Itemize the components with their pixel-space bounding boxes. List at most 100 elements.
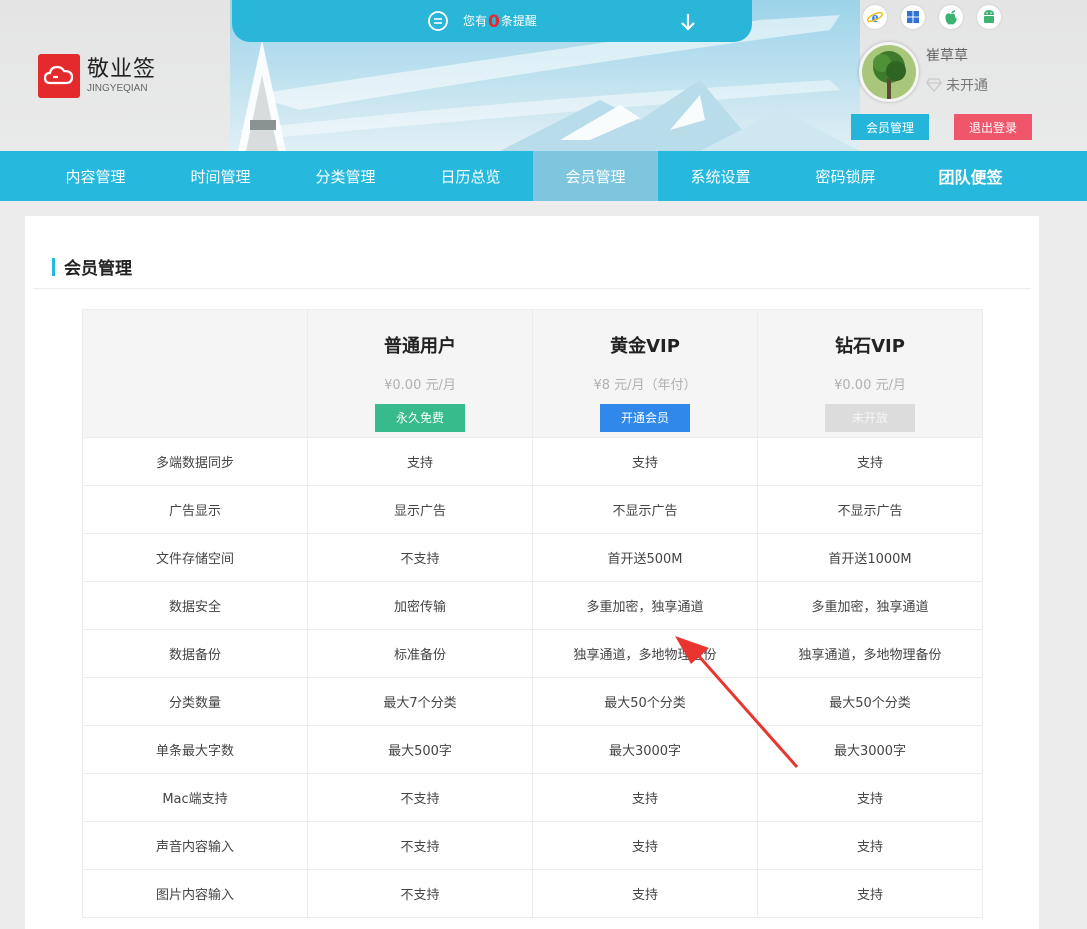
nav-item-membership[interactable]: 会员管理 bbox=[533, 151, 658, 201]
tier-price: ¥8 元/月（年付） bbox=[593, 378, 697, 393]
feature-name-cell: 数据安全 bbox=[82, 581, 308, 630]
feature-value-cell: 多重加密，独享通道 bbox=[757, 581, 983, 630]
logo-name-cn: 敬业签 bbox=[87, 57, 157, 82]
reminder-count: 0 bbox=[488, 12, 500, 32]
nav-item-category[interactable]: 分类管理 bbox=[283, 151, 408, 201]
tier-free: 普通用户 ¥0.00 元/月 永久免费 bbox=[307, 309, 533, 438]
tier-price: ¥0.00 元/月 bbox=[834, 378, 906, 393]
feature-value-cell: 支持 bbox=[757, 773, 983, 822]
table-row: 图片内容输入 不支持 支持 支持 bbox=[82, 869, 983, 918]
member-management-button[interactable]: 会员管理 bbox=[851, 114, 929, 140]
logo-text: 敬业签 JINGYEQIAN bbox=[87, 57, 156, 95]
title-accent-bar bbox=[52, 257, 55, 276]
membership-status-text: 未开通 bbox=[946, 78, 988, 94]
header-banner: 敬业签 JINGYEQIAN 您有0条提醒 e 崔草草 未开通 会员管理 退出登… bbox=[0, 0, 1087, 151]
nav-item-settings[interactable]: 系统设置 bbox=[658, 151, 783, 201]
feature-value-cell: 不支持 bbox=[307, 869, 533, 918]
membership-panel: 会员管理 普通用户 ¥0.00 元/月 永久免费 黄金VIP ¥8 元/月（年付… bbox=[25, 216, 1039, 929]
tier-name: 普通用户 bbox=[384, 336, 456, 357]
table-row: 多端数据同步 支持 支持 支持 bbox=[82, 437, 983, 486]
feature-name-cell: 单条最大字数 bbox=[82, 725, 308, 774]
feature-value-cell: 支持 bbox=[532, 821, 758, 870]
table-row: 声音内容输入 不支持 支持 支持 bbox=[82, 821, 983, 870]
reminder-text: 您有0条提醒 bbox=[463, 12, 537, 32]
platform-icons: e bbox=[863, 5, 1001, 29]
feature-value-cell: 支持 bbox=[757, 869, 983, 918]
windows-icon[interactable] bbox=[901, 5, 925, 29]
table-row: 单条最大字数 最大500字 最大3000字 最大3000字 bbox=[82, 725, 983, 774]
table-row: 分类数量 最大7个分类 最大50个分类 最大50个分类 bbox=[82, 677, 983, 726]
feature-name-cell: 多端数据同步 bbox=[82, 437, 308, 486]
not-available-button: 未开放 bbox=[825, 404, 915, 432]
reminder-prefix: 您有 bbox=[463, 14, 488, 28]
diamond-icon bbox=[926, 78, 942, 92]
reminder-bar[interactable]: 您有0条提醒 bbox=[232, 0, 752, 42]
reminder-suffix: 条提醒 bbox=[500, 14, 537, 28]
table-row: Mac端支持 不支持 支持 支持 bbox=[82, 773, 983, 822]
table-row: 广告显示 显示广告 不显示广告 不显示广告 bbox=[82, 485, 983, 534]
feature-name-cell: Mac端支持 bbox=[82, 773, 308, 822]
feature-value-cell: 最大50个分类 bbox=[757, 677, 983, 726]
free-forever-button[interactable]: 永久免费 bbox=[375, 404, 465, 432]
tier-name: 黄金VIP bbox=[610, 336, 680, 357]
user-name: 崔草草 bbox=[926, 48, 968, 64]
nav-item-team-notes[interactable]: 团队便签 bbox=[908, 151, 1033, 201]
feature-value-cell: 支持 bbox=[307, 437, 533, 486]
feature-value-cell: 首开送1000M bbox=[757, 533, 983, 582]
feature-value-cell: 最大50个分类 bbox=[532, 677, 758, 726]
feature-value-cell: 不显示广告 bbox=[532, 485, 758, 534]
main-nav: 内容管理 时间管理 分类管理 日历总览 会员管理 系统设置 密码锁屏 团队便签 bbox=[0, 151, 1087, 201]
feature-value-cell: 最大3000字 bbox=[757, 725, 983, 774]
feature-name-cell: 文件存储空间 bbox=[82, 533, 308, 582]
feature-value-cell: 独享通道，多地物理备份 bbox=[757, 629, 983, 678]
feature-value-cell: 支持 bbox=[757, 437, 983, 486]
feature-value-cell: 不支持 bbox=[307, 533, 533, 582]
feature-name-cell: 声音内容输入 bbox=[82, 821, 308, 870]
feature-value-cell: 独享通道，多地物理备份 bbox=[532, 629, 758, 678]
feature-value-cell: 不支持 bbox=[307, 821, 533, 870]
logo-name-en: JINGYEQIAN bbox=[87, 83, 148, 94]
feature-name-cell: 图片内容输入 bbox=[82, 869, 308, 918]
feature-value-cell: 显示广告 bbox=[307, 485, 533, 534]
feature-value-cell: 支持 bbox=[532, 773, 758, 822]
page-title-text: 会员管理 bbox=[64, 259, 132, 279]
feature-value-cell: 标准备份 bbox=[307, 629, 533, 678]
logo-cloud-icon bbox=[38, 54, 80, 98]
feature-name-cell: 分类数量 bbox=[82, 677, 308, 726]
feature-value-cell: 最大7个分类 bbox=[307, 677, 533, 726]
feature-value-cell: 加密传输 bbox=[307, 581, 533, 630]
arrow-down-icon[interactable] bbox=[680, 12, 696, 32]
table-row: 文件存储空间 不支持 首开送500M 首开送1000M bbox=[82, 533, 983, 582]
nav-item-content[interactable]: 内容管理 bbox=[33, 151, 158, 201]
tier-name: 钻石VIP bbox=[835, 336, 905, 357]
apple-icon[interactable] bbox=[939, 5, 963, 29]
empty-header-cell bbox=[82, 309, 308, 438]
title-divider bbox=[33, 288, 1031, 289]
logout-button[interactable]: 退出登录 bbox=[954, 114, 1032, 140]
feature-value-cell: 支持 bbox=[532, 437, 758, 486]
nav-item-time[interactable]: 时间管理 bbox=[158, 151, 283, 201]
feature-value-cell: 支持 bbox=[757, 821, 983, 870]
feature-value-cell: 不支持 bbox=[307, 773, 533, 822]
tier-diamond: 钻石VIP ¥0.00 元/月 未开放 bbox=[757, 309, 983, 438]
membership-status: 未开通 bbox=[926, 75, 988, 95]
nav-item-calendar[interactable]: 日历总览 bbox=[408, 151, 533, 201]
open-membership-button[interactable]: 开通会员 bbox=[600, 404, 690, 432]
tier-header-row: 普通用户 ¥0.00 元/月 永久免费 黄金VIP ¥8 元/月（年付） 开通会… bbox=[82, 309, 983, 438]
android-icon[interactable] bbox=[977, 5, 1001, 29]
tier-gold: 黄金VIP ¥8 元/月（年付） 开通会员 bbox=[532, 309, 758, 438]
feature-name-cell: 数据备份 bbox=[82, 629, 308, 678]
avatar[interactable] bbox=[859, 42, 919, 102]
page-title: 会员管理 bbox=[52, 254, 132, 279]
table-row: 数据备份 标准备份 独享通道，多地物理备份 独享通道，多地物理备份 bbox=[82, 629, 983, 678]
feature-value-cell: 最大500字 bbox=[307, 725, 533, 774]
logo[interactable]: 敬业签 JINGYEQIAN bbox=[38, 54, 156, 98]
tier-price: ¥0.00 元/月 bbox=[384, 378, 456, 393]
feature-rows: 多端数据同步 支持 支持 支持 广告显示 显示广告 不显示广告 不显示广告 文件存储空间 不支持首… bbox=[82, 437, 983, 918]
feature-value-cell: 首开送500M bbox=[532, 533, 758, 582]
ie-icon[interactable]: e bbox=[863, 5, 887, 29]
nav-item-lock-screen[interactable]: 密码锁屏 bbox=[783, 151, 908, 201]
feature-value-cell: 最大3000字 bbox=[532, 725, 758, 774]
feature-name-cell: 广告显示 bbox=[82, 485, 308, 534]
feature-value-cell: 支持 bbox=[532, 869, 758, 918]
